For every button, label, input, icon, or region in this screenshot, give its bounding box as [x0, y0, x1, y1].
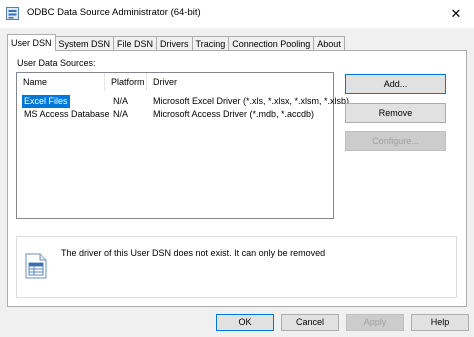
tab-drivers[interactable]: Drivers — [156, 36, 193, 51]
help-button[interactable]: Help — [411, 314, 469, 331]
cancel-button[interactable]: Cancel — [281, 314, 339, 331]
list-item[interactable]: Excel Files N/A Microsoft Excel Driver (… — [17, 94, 349, 109]
row-platform: N/A — [113, 109, 129, 119]
info-box: The driver of this User DSN does not exi… — [16, 236, 457, 298]
user-data-sources-label: User Data Sources: — [17, 58, 96, 68]
row-driver: Microsoft Access Driver (*.mdb, *.accdb) — [153, 109, 315, 119]
title-bar: ODBC Data Source Administrator (64-bit) … — [0, 0, 474, 28]
column-header-driver[interactable]: Driver — [147, 73, 333, 91]
row-driver: Microsoft Excel Driver (*.xls, *.xlsx, *… — [153, 96, 350, 106]
tab-system-dsn[interactable]: System DSN — [54, 36, 115, 51]
apply-button[interactable]: Apply — [346, 314, 404, 331]
close-button[interactable]: ✕ — [438, 0, 474, 28]
list-item[interactable]: MS Access Database N/A Microsoft Access … — [17, 108, 333, 121]
tab-about[interactable]: About — [313, 36, 345, 51]
window-title: ODBC Data Source Administrator (64-bit) — [27, 7, 201, 18]
row-name: MS Access Database — [24, 109, 110, 119]
row-platform: N/A — [113, 96, 129, 106]
column-header-name[interactable]: Name — [17, 73, 105, 91]
tab-connection-pooling[interactable]: Connection Pooling — [228, 36, 315, 51]
add-button[interactable]: Add... — [345, 74, 446, 94]
remove-button[interactable]: Remove — [345, 103, 446, 123]
row-name: Excel Files — [21, 94, 71, 109]
ok-button[interactable]: OK — [216, 314, 274, 331]
list-header: Name Platform Driver — [17, 73, 333, 91]
close-icon: ✕ — [450, 6, 462, 21]
document-info-icon — [25, 253, 47, 279]
column-header-platform[interactable]: Platform — [105, 73, 147, 91]
data-sources-list[interactable]: Name Platform Driver Excel Files N/A Mic… — [16, 72, 349, 219]
info-message: The driver of this User DSN does not exi… — [61, 248, 326, 258]
tab-strip: User DSN System DSN File DSN Drivers Tra… — [7, 34, 345, 51]
tab-user-dsn[interactable]: User DSN — [7, 34, 56, 51]
configure-button[interactable]: Configure... — [345, 131, 446, 151]
odbc-app-icon — [6, 7, 19, 20]
tab-tracing[interactable]: Tracing — [191, 36, 230, 51]
tab-file-dsn[interactable]: File DSN — [113, 36, 158, 51]
